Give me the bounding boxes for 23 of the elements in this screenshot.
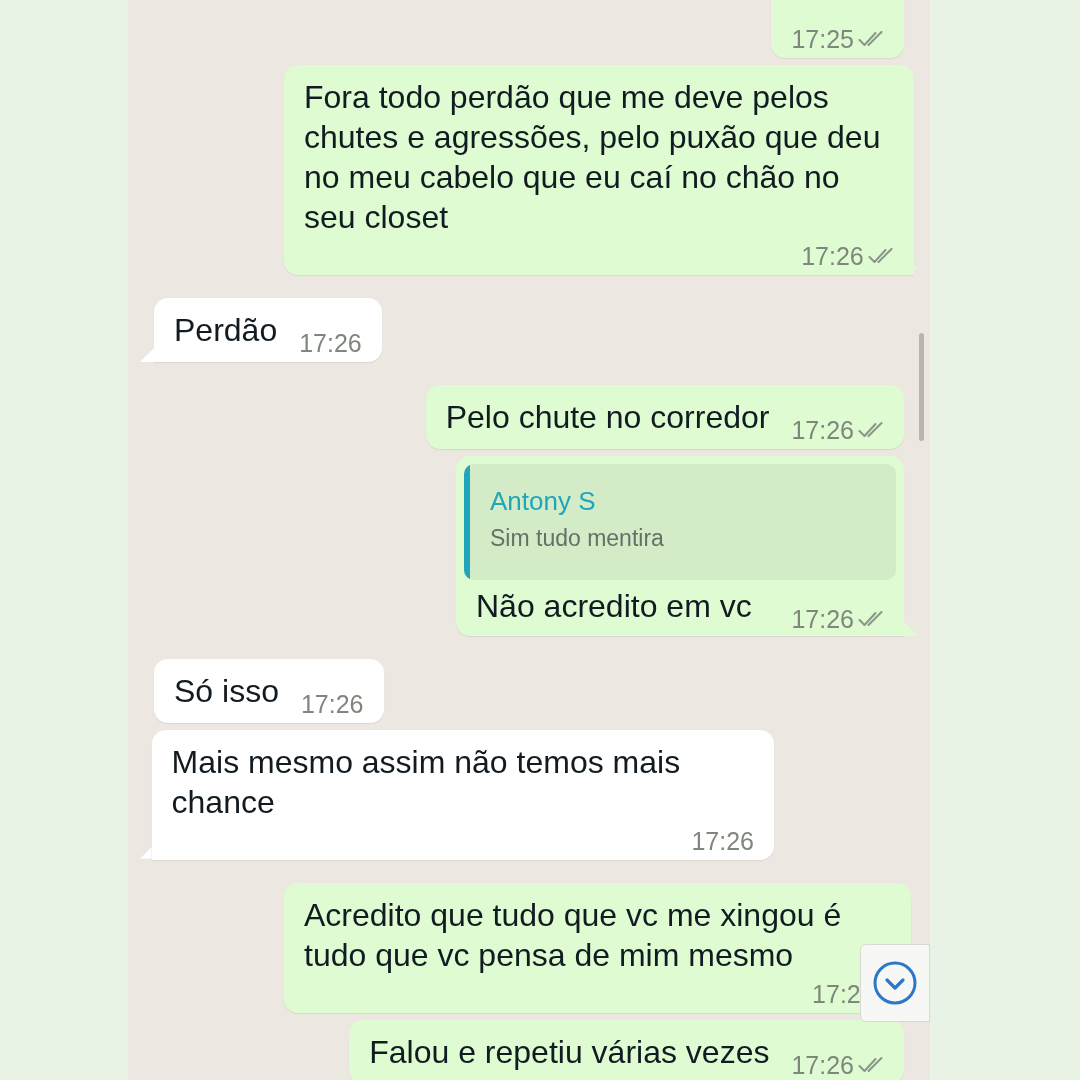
message-text: Perdão xyxy=(174,311,278,350)
message-time: 17:26 xyxy=(791,417,854,443)
message-text: Pelo chute no corredor xyxy=(445,398,770,437)
scrollbar-thumb[interactable] xyxy=(919,333,924,441)
message-time: 17:26 xyxy=(299,330,362,356)
chevron-down-icon xyxy=(872,960,918,1006)
message-time: 17:26 xyxy=(801,243,864,269)
message-text: Fora todo perdão que me deve pelos chutes e agressões, pelo puxão que deu no meu cabelo que eu caí no chão no seu closet xyxy=(304,78,882,237)
message-time: 17:26 xyxy=(300,691,364,717)
message-time: 17:26 xyxy=(791,1052,854,1078)
message-text: Falou e repetiu várias vezes xyxy=(369,1033,770,1072)
message-time: 17:2 xyxy=(812,981,861,1007)
quoted-message[interactable]: Antony S Sim tudo mentira xyxy=(464,464,896,580)
quoted-text: Sim tudo mentira xyxy=(490,524,664,552)
scroll-down-button[interactable] xyxy=(860,944,930,1022)
quoted-author: Antony S xyxy=(490,486,597,516)
message-text: Não acredito em vc xyxy=(476,587,753,626)
message-time: 17:26 xyxy=(791,606,854,632)
message-text: Acredito que tudo que vc me xingou é tudo que vc pensa de mim mesmo xyxy=(304,896,843,975)
message-time: 17:26 xyxy=(691,828,754,854)
message-time: 17:25 xyxy=(791,26,854,52)
message-text: Só isso xyxy=(174,672,279,711)
message-text: Mais mesmo assim não temos mais chance xyxy=(171,743,682,822)
